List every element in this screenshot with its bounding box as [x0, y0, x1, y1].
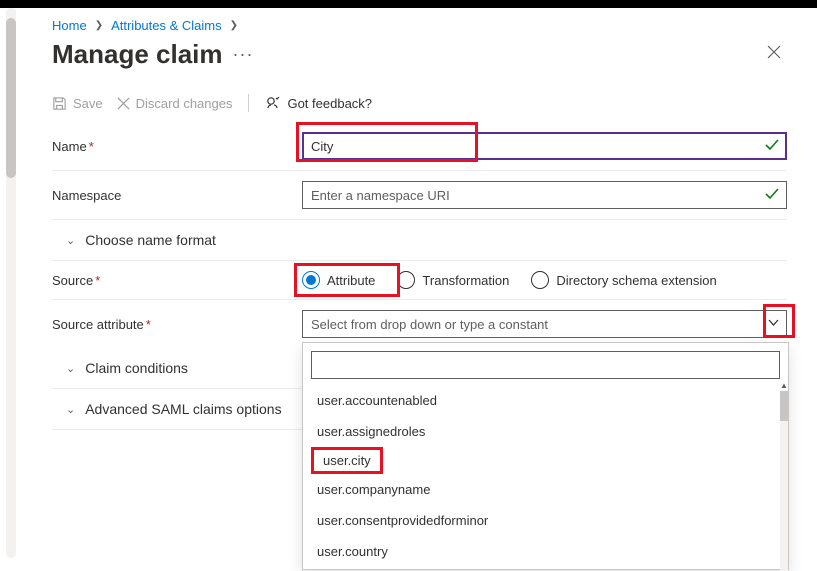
- radio-unselected-icon: [397, 271, 415, 289]
- discard-button[interactable]: Discard changes: [117, 96, 233, 111]
- dropdown-placeholder: Select from drop down or type a constant: [311, 317, 548, 332]
- toolbar-divider: [248, 94, 249, 112]
- discard-label: Discard changes: [136, 96, 233, 111]
- required-indicator: *: [89, 139, 94, 154]
- namespace-input[interactable]: [302, 181, 787, 209]
- page-title: Manage claim: [52, 39, 223, 70]
- source-attribute-row: Source attribute* Select from drop down …: [52, 300, 787, 348]
- radio-unselected-icon: [531, 271, 549, 289]
- dropdown-option-list: user.accountenabled user.assignedroles u…: [311, 385, 780, 567]
- source-attribute-dropdown-panel: ▲ user.accountenabled user.assignedroles…: [302, 342, 789, 570]
- source-radio-transformation[interactable]: Transformation: [397, 271, 509, 289]
- namespace-row: Namespace: [52, 171, 787, 220]
- dropdown-option[interactable]: user.consentprovidedforminor: [311, 505, 780, 536]
- dropdown-scrollbar-thumb[interactable]: [780, 391, 788, 421]
- source-row: Source* Attribute Transformation Directo…: [52, 261, 787, 300]
- valid-check-icon: [765, 138, 779, 154]
- source-attribute-dropdown[interactable]: Select from drop down or type a constant: [302, 310, 787, 338]
- namespace-label: Namespace: [52, 188, 302, 203]
- dropdown-option[interactable]: user.accountenabled: [311, 385, 780, 416]
- feedback-button[interactable]: Got feedback?: [265, 95, 372, 111]
- radio-selected-icon: [302, 271, 320, 289]
- scroll-up-arrow-icon[interactable]: ▲: [780, 381, 788, 391]
- command-bar: Save Discard changes Got feedback?: [52, 94, 787, 122]
- required-indicator: *: [146, 317, 151, 332]
- name-label: Name*: [52, 139, 302, 154]
- page-scrollbar-track[interactable]: [6, 8, 16, 558]
- valid-check-icon: [765, 187, 779, 203]
- more-actions-button[interactable]: ···: [233, 44, 254, 65]
- radio-label: Directory schema extension: [556, 273, 716, 288]
- page-scrollbar-thumb[interactable]: [6, 18, 16, 178]
- source-attribute-label: Source attribute*: [52, 317, 302, 332]
- breadcrumb: Home ❯ Attributes & Claims ❯: [52, 14, 787, 33]
- source-label: Source*: [52, 273, 302, 288]
- feedback-icon: [265, 95, 281, 111]
- dropdown-option[interactable]: user.companyname: [311, 474, 780, 505]
- chevron-down-icon: [768, 318, 779, 330]
- feedback-label: Got feedback?: [287, 96, 372, 111]
- dropdown-search-input[interactable]: [311, 351, 780, 379]
- discard-icon: [117, 97, 130, 110]
- save-button[interactable]: Save: [52, 96, 103, 111]
- close-icon: [767, 45, 781, 59]
- dropdown-option[interactable]: user.country: [311, 536, 780, 567]
- choose-name-format-label: Choose name format: [85, 232, 216, 248]
- chevron-down-icon: ⌄: [66, 362, 75, 375]
- dropdown-option[interactable]: user.assignedroles: [311, 416, 780, 447]
- radio-label: Transformation: [422, 273, 509, 288]
- dropdown-option-user-city[interactable]: user.city: [311, 447, 383, 474]
- chevron-right-icon: ❯: [95, 20, 103, 31]
- source-radio-extension[interactable]: Directory schema extension: [531, 271, 716, 289]
- save-label: Save: [73, 96, 103, 111]
- claim-conditions-label: Claim conditions: [85, 360, 188, 376]
- radio-label: Attribute: [327, 273, 375, 288]
- chevron-right-icon: ❯: [230, 20, 238, 31]
- breadcrumb-home[interactable]: Home: [52, 18, 87, 33]
- advanced-saml-label: Advanced SAML claims options: [85, 401, 281, 417]
- chevron-down-icon: ⌄: [66, 403, 75, 416]
- save-icon: [52, 96, 67, 111]
- required-indicator: *: [95, 273, 100, 288]
- chevron-down-icon: ⌄: [66, 234, 75, 247]
- dropdown-scrollbar-track[interactable]: [780, 391, 788, 571]
- name-row: Name*: [52, 122, 787, 171]
- close-button[interactable]: [761, 39, 787, 70]
- breadcrumb-attributes-claims[interactable]: Attributes & Claims: [111, 18, 222, 33]
- advanced-saml-toggle[interactable]: ⌄ Advanced SAML claims options: [52, 389, 302, 430]
- manage-claim-panel: Home ❯ Attributes & Claims ❯ Manage clai…: [28, 8, 811, 430]
- source-radio-attribute[interactable]: Attribute: [302, 271, 375, 289]
- choose-name-format-toggle[interactable]: ⌄ Choose name format: [52, 220, 787, 261]
- claim-conditions-toggle[interactable]: ⌄ Claim conditions: [52, 348, 302, 389]
- name-input[interactable]: [302, 132, 787, 160]
